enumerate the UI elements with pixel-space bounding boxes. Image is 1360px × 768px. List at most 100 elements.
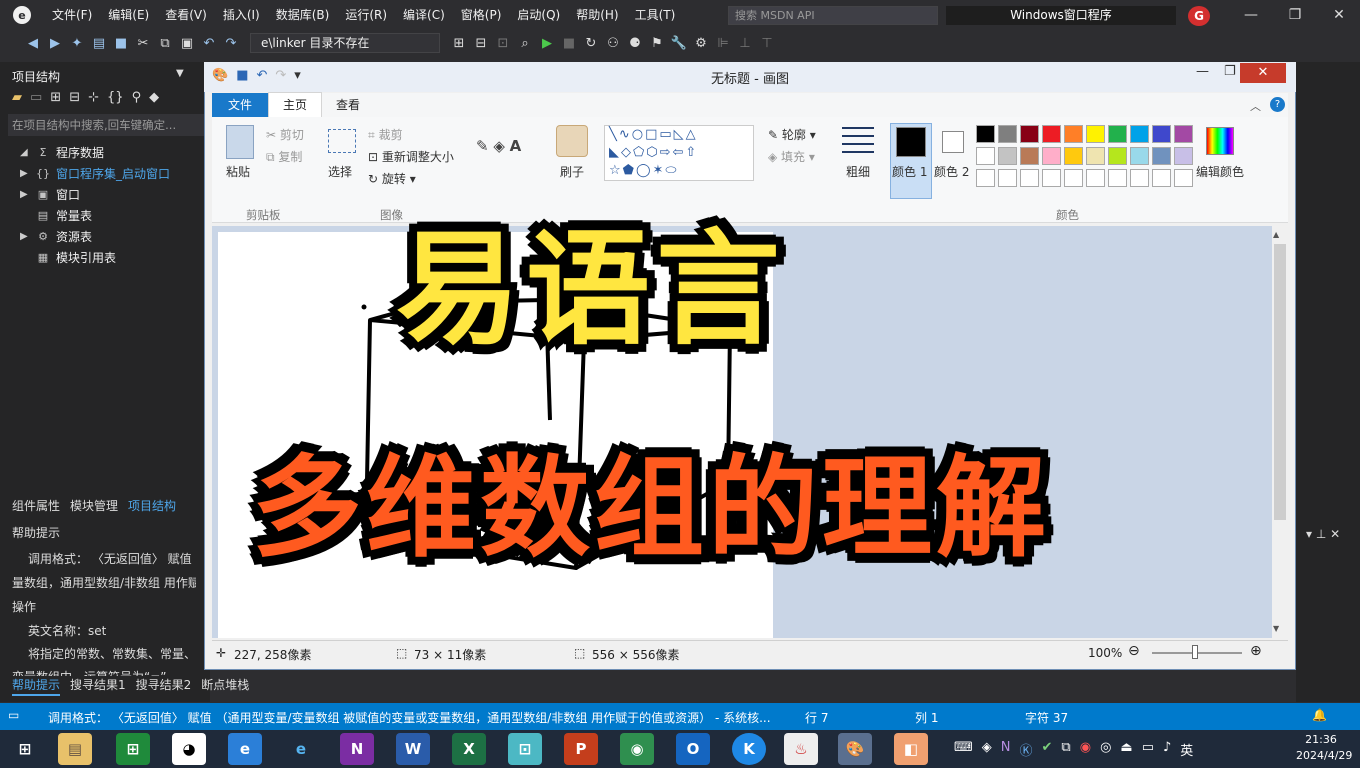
paint-maximize-button[interactable]: ❐	[1224, 64, 1236, 79]
crop-button[interactable]: ⌗ 裁剪	[368, 126, 403, 143]
k-app-icon[interactable]: K	[732, 733, 766, 765]
step-icon[interactable]: ⚇	[604, 34, 622, 52]
export-icon[interactable]: ⊡	[494, 34, 512, 52]
custom-color-slot[interactable]	[998, 169, 1017, 187]
search-input[interactable]: 搜索 MSDN API	[728, 6, 938, 25]
custom-color-slot[interactable]	[1108, 169, 1127, 187]
menu-item[interactable]: 数据库(B)	[268, 0, 338, 30]
path-combo[interactable]: e\linker 目录不存在	[250, 33, 440, 53]
zoom-slider-thumb[interactable]	[1192, 645, 1198, 659]
outlook-icon[interactable]: O	[676, 733, 710, 765]
bottom-tab[interactable]: 搜寻结果2	[136, 676, 192, 696]
paste-icon[interactable]	[226, 125, 254, 159]
tray-record-icon[interactable]: ◉	[1080, 740, 1091, 759]
palette-swatch[interactable]	[1042, 125, 1061, 143]
paste-icon[interactable]: ▣	[178, 34, 196, 52]
palette-swatch[interactable]	[1108, 125, 1127, 143]
paste-button[interactable]: 粘贴	[226, 163, 250, 180]
canvas-scrollbar[interactable]: ▲ ▼	[1272, 226, 1288, 638]
bottom-tab[interactable]: 断点堆栈	[201, 676, 249, 696]
wrench-icon[interactable]: 🔧	[670, 34, 688, 52]
qa-customize-icon[interactable]: ▾	[294, 68, 301, 83]
keyboard-icon[interactable]: ⌨	[954, 740, 973, 759]
menu-item[interactable]: 工具(T)	[627, 0, 684, 30]
palette-swatch[interactable]	[976, 147, 995, 165]
palette-swatch[interactable]	[976, 125, 995, 143]
build-icon[interactable]: ⊞	[450, 34, 468, 52]
tree-item[interactable]: ▦ 模块引用表	[20, 249, 116, 266]
paint-app-icon[interactable]: 🎨	[212, 68, 228, 83]
paint-minimize-button[interactable]: —	[1196, 64, 1209, 79]
tray-app-icon[interactable]: ◈	[982, 740, 992, 759]
screenshot-icon[interactable]: ⊡	[508, 733, 542, 765]
palette-swatch[interactable]	[1174, 125, 1193, 143]
qa-undo-icon[interactable]: ↶	[256, 68, 267, 83]
palette-swatch[interactable]	[1130, 125, 1149, 143]
palette-swatch[interactable]	[998, 147, 1017, 165]
palette-swatch[interactable]	[1086, 147, 1105, 165]
taskbar-clock[interactable]: 21:36 2024/4/29	[1296, 732, 1352, 764]
left-panel-tab[interactable]: 组件属性	[12, 497, 60, 514]
bottom-tab[interactable]: 帮助提示	[12, 676, 61, 696]
office-icon[interactable]: ◧	[894, 733, 928, 765]
save-icon[interactable]: ■	[112, 34, 130, 52]
left-panel-tab[interactable]: 模块管理	[70, 497, 118, 514]
custom-color-slot[interactable]	[1064, 169, 1083, 187]
edit-colors-button[interactable]: 编辑颜色	[1196, 163, 1244, 180]
tray-check-icon[interactable]: ✔	[1042, 740, 1053, 759]
braces-icon[interactable]: {}	[107, 90, 124, 105]
collapse-icon[interactable]: ⊟	[69, 90, 80, 105]
size-button[interactable]: 粗细	[846, 163, 870, 180]
find-icon[interactable]: ⌕	[516, 34, 534, 52]
link-icon[interactable]: ⚲	[132, 90, 142, 105]
ie-tool-icon[interactable]: ♨	[784, 733, 818, 765]
palette-swatch[interactable]	[1042, 147, 1061, 165]
windows-start-icon[interactable]: ⊞	[8, 733, 42, 765]
resize-button[interactable]: ⊡ 重新调整大小	[368, 148, 454, 165]
select-button[interactable]: 选择	[328, 163, 352, 180]
paint-icon[interactable]: 🎨	[838, 733, 872, 765]
breakpoint-icon[interactable]: ⚈	[626, 34, 644, 52]
run-icon[interactable]: ▶	[538, 34, 556, 52]
structure-icon[interactable]: ⊹	[88, 90, 99, 105]
ie-icon[interactable]: e	[284, 733, 318, 765]
excel-icon[interactable]: X	[452, 733, 486, 765]
palette-swatch[interactable]	[1174, 147, 1193, 165]
help-icon[interactable]: ?	[1270, 97, 1285, 112]
palette-swatch[interactable]	[1086, 125, 1105, 143]
bottom-tab[interactable]: 搜寻结果1	[70, 676, 126, 696]
size-icon[interactable]	[842, 127, 874, 153]
tree-icon[interactable]: ⊞	[50, 90, 61, 105]
menu-item[interactable]: 窗格(P)	[453, 0, 510, 30]
tree-item[interactable]: ▤ 常量表	[20, 207, 92, 224]
account-badge[interactable]: G	[1188, 6, 1210, 26]
palette-swatch[interactable]	[1152, 125, 1171, 143]
stop-icon[interactable]: ■	[560, 34, 578, 52]
forward-icon[interactable]: ▶	[46, 34, 64, 52]
new-file-icon[interactable]: ✦	[68, 34, 86, 52]
onenote-icon[interactable]: N	[340, 733, 374, 765]
rotate-button[interactable]: ↻ 旋转 ▾	[368, 170, 416, 187]
file-explorer-icon[interactable]: ▤	[58, 733, 92, 765]
input-language[interactable]: 英	[1180, 740, 1193, 759]
menu-item[interactable]: 编译(C)	[395, 0, 453, 30]
tree-toggle-icon[interactable]: ▶	[20, 189, 30, 200]
custom-color-slot[interactable]	[1152, 169, 1171, 187]
scroll-up-icon[interactable]: ▲	[1273, 230, 1279, 239]
edit-colors-icon[interactable]	[1206, 127, 1234, 155]
scroll-thumb[interactable]	[1274, 244, 1286, 520]
pin-icon[interactable]: ▾ ⊥ ✕	[1306, 527, 1340, 541]
powerpoint-icon[interactable]: P	[564, 733, 598, 765]
tray-copy-icon[interactable]: ⧉	[1061, 740, 1070, 759]
delete-icon[interactable]: ▭	[30, 90, 42, 105]
add-folder-icon[interactable]: ▰	[12, 90, 22, 105]
notification-icon[interactable]: 🔔	[1312, 708, 1327, 722]
tab-view[interactable]: 查看	[322, 93, 374, 117]
zoom-out-button[interactable]: ⊖	[1128, 643, 1140, 659]
cut-button[interactable]: ✂ 剪切	[266, 126, 304, 143]
palette-swatch[interactable]	[998, 125, 1017, 143]
palette-swatch[interactable]	[1152, 147, 1171, 165]
tree-item[interactable]: ▶ {} 窗口程序集_启动窗口	[20, 165, 170, 182]
custom-color-slot[interactable]	[976, 169, 995, 187]
maximize-button[interactable]: ❐	[1280, 4, 1310, 26]
